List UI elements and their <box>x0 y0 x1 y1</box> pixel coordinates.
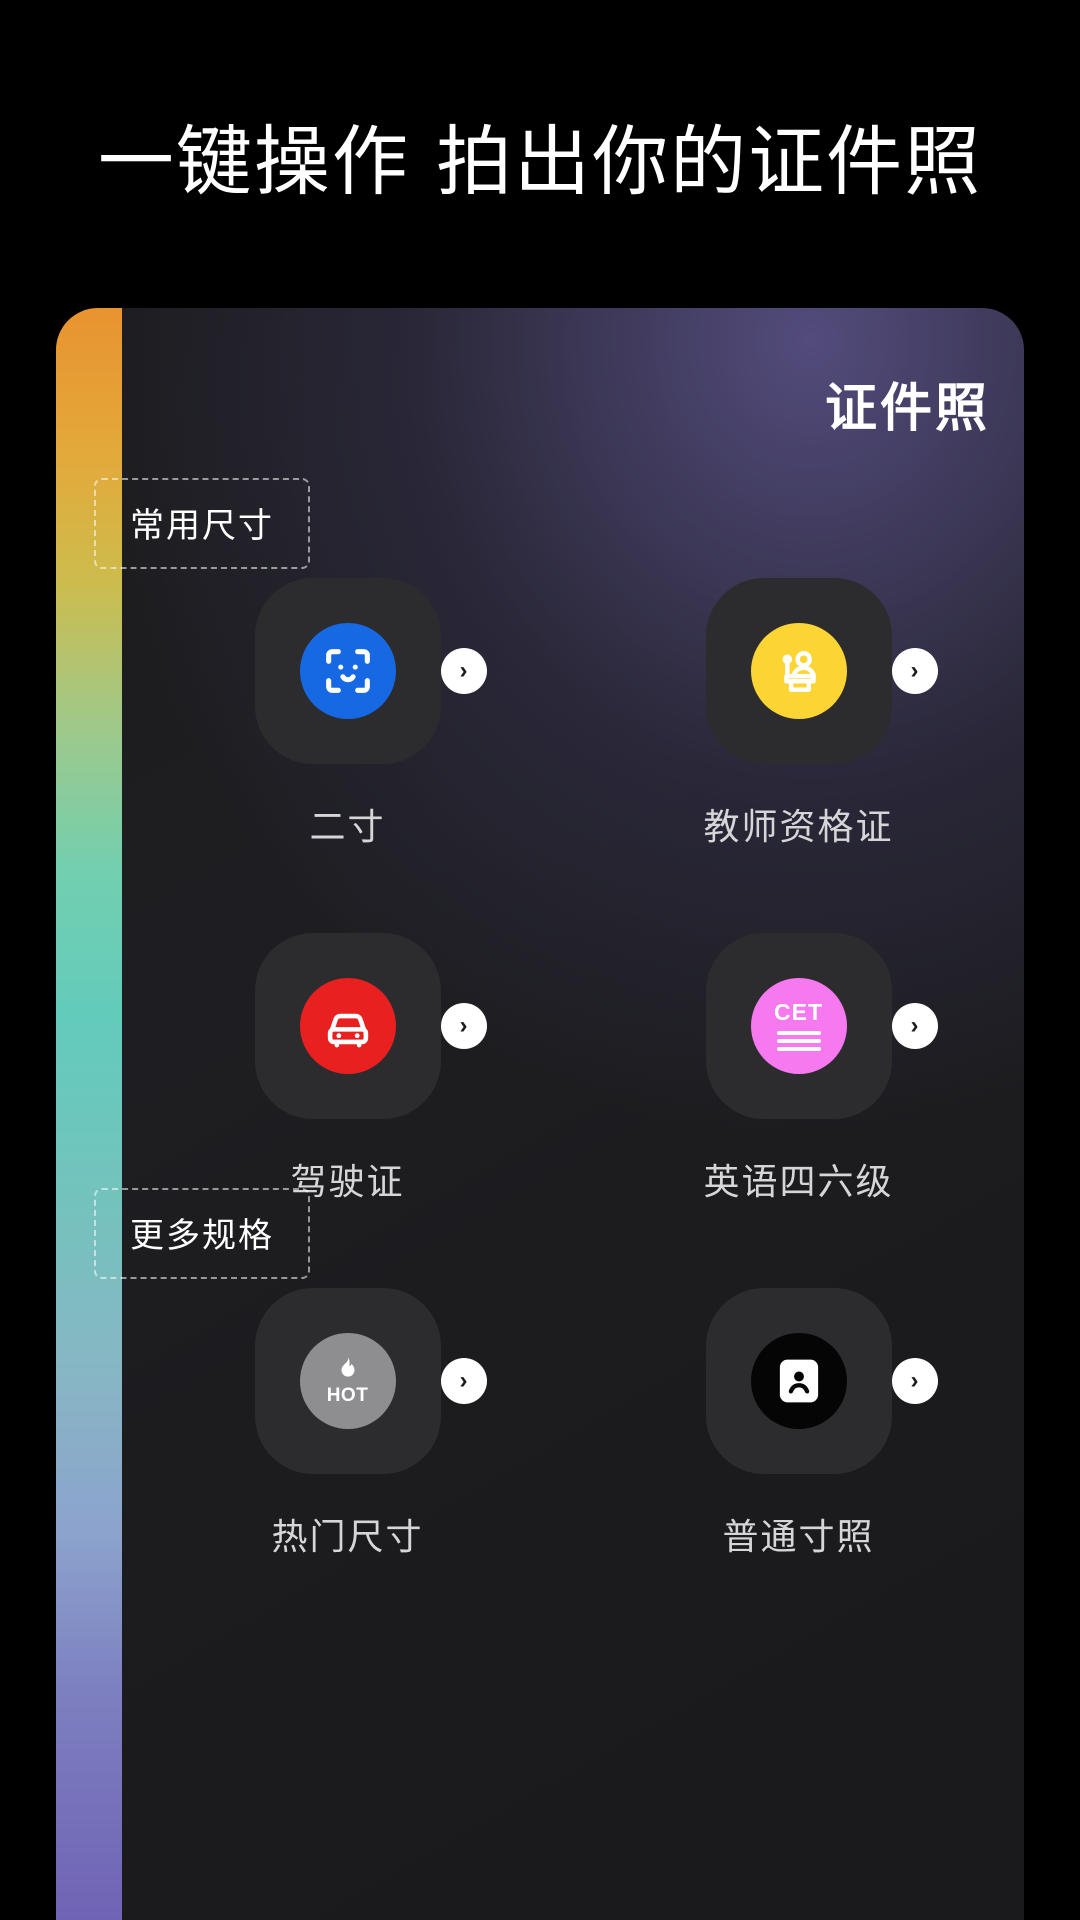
tile-icon-area: › <box>254 933 487 1119</box>
chevron-right-icon[interactable]: › <box>891 1003 938 1049</box>
tile-label: 教师资格证 <box>703 807 894 848</box>
size-tile-hot[interactable]: HOT › 热门尺寸 <box>122 1288 573 1643</box>
size-tile-standard-photo[interactable]: › 普通寸照 <box>573 1288 1024 1643</box>
car-glyph <box>327 1013 368 1048</box>
id-portrait-icon <box>750 1333 847 1429</box>
car-icon <box>299 978 396 1074</box>
size-tile-two-inch[interactable]: › 二寸 <box>122 578 573 933</box>
card-header: 证件照 <box>673 366 990 441</box>
size-tile-cet[interactable]: CET › 英语四六级 <box>573 933 1024 1288</box>
tile-icon-area: › <box>254 578 487 764</box>
tile-icon-area: › <box>705 578 938 764</box>
flame-glyph <box>341 1357 354 1377</box>
face-id-icon <box>299 623 396 719</box>
chevron-right-icon[interactable]: › <box>891 1358 938 1404</box>
tile-label: 普通寸照 <box>722 1517 875 1558</box>
chevron-right-icon[interactable]: › <box>440 1358 487 1404</box>
card-sparkle-group <box>673 372 808 435</box>
hot-badge-text: HOT <box>326 1385 369 1406</box>
feature-card: 证件照 常用尺寸 › 二寸 › 教师资格证 › 驾驶证 CET › 英语四六级 … <box>56 308 1024 1920</box>
cet-lines-glyph <box>776 1031 821 1051</box>
cet-badge-text: CET <box>774 999 823 1025</box>
tile-label: 二寸 <box>309 807 386 848</box>
tile-label: 英语四六级 <box>703 1162 894 1203</box>
chevron-right-icon[interactable]: › <box>440 1003 487 1049</box>
face-id-glyph <box>325 649 370 693</box>
chevron-right-icon[interactable]: › <box>440 648 487 694</box>
size-tile-teacher-license[interactable]: › 教师资格证 <box>573 578 1024 933</box>
more-specs-grid: HOT › 热门尺寸 › 普通寸照 <box>122 1288 1024 1643</box>
common-sizes-grid: › 二寸 › 教师资格证 › 驾驶证 CET › 英语四六级 <box>122 578 1024 1288</box>
tile-label: 热门尺寸 <box>271 1517 424 1558</box>
tile-icon-area: HOT › <box>254 1288 487 1474</box>
card-title: 证件照 <box>824 379 990 439</box>
hot-flame-icon: HOT <box>299 1333 396 1429</box>
hero-section: 一键操作 拍出你的证件照 <box>0 0 1080 300</box>
page-title: 一键操作 拍出你的证件照 <box>97 117 983 206</box>
teacher-podium-icon <box>750 623 847 719</box>
promo-page: 一键操作 拍出你的证件照 证件照 常用尺寸 › 二寸 › 教师资格证 › 驾驶证… <box>0 0 1080 1920</box>
section-label-more-specs: 更多规格 <box>94 1188 310 1279</box>
tile-icon-area: CET › <box>705 933 938 1119</box>
chevron-right-icon[interactable]: › <box>891 648 938 694</box>
teacher-podium-glyph <box>782 651 816 692</box>
section-label-common-sizes: 常用尺寸 <box>94 478 310 569</box>
id-portrait-glyph <box>779 1359 818 1403</box>
tile-icon-area: › <box>705 1288 938 1474</box>
card-content: 证件照 常用尺寸 › 二寸 › 教师资格证 › 驾驶证 CET › 英语四六级 … <box>94 308 1024 1920</box>
sparkle-icon <box>757 378 808 429</box>
hero-sparkle-group <box>0 58 1080 120</box>
sparkle-icon <box>559 66 605 112</box>
cet-icon: CET <box>750 978 847 1074</box>
